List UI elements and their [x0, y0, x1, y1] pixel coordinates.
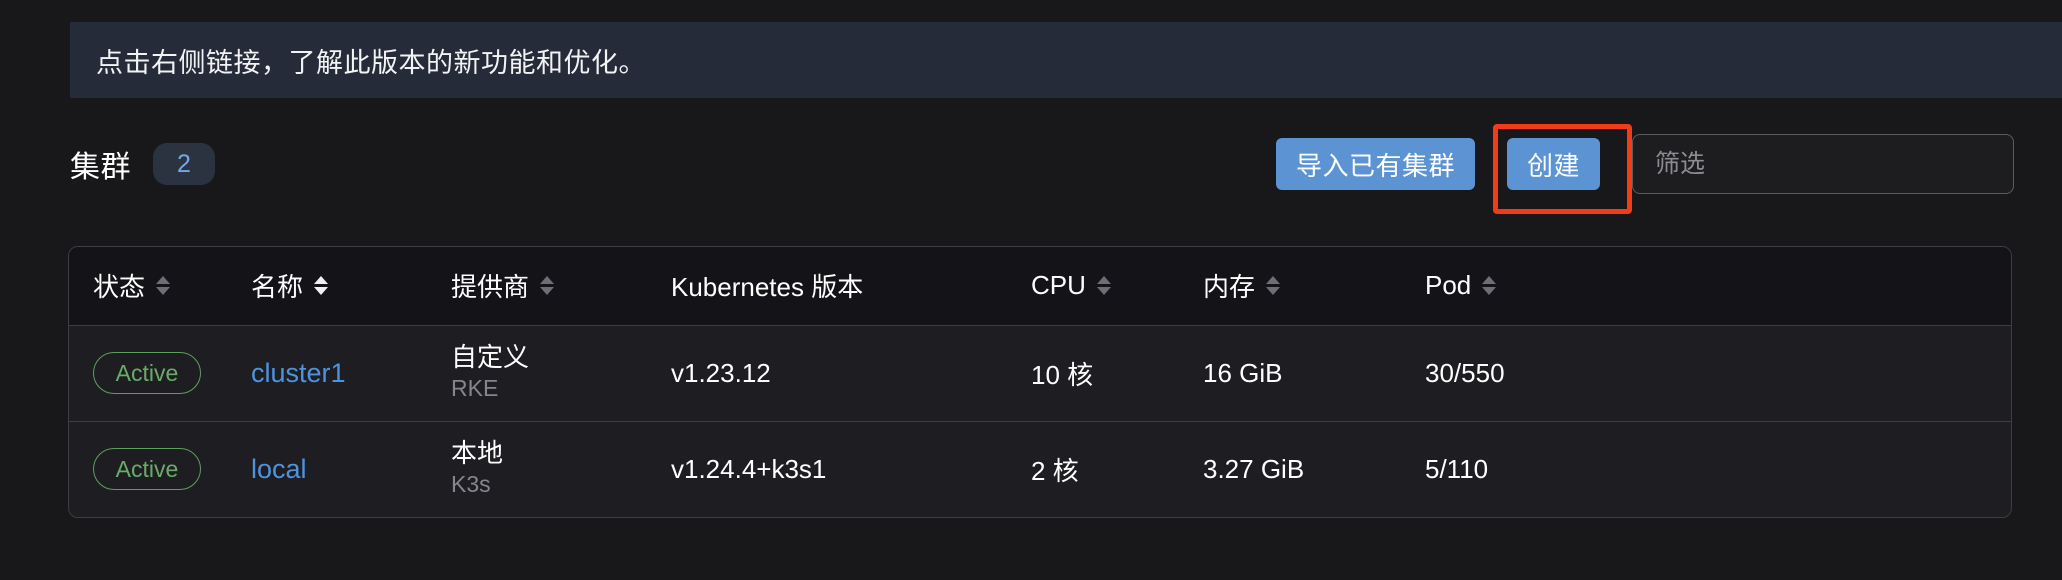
column-header-memory[interactable]: 内存	[1179, 247, 1401, 326]
filter-input[interactable]	[1632, 134, 2014, 194]
cell-kubernetes-version: v1.24.4+k3s1	[647, 420, 1007, 517]
column-label-pod: Pod	[1425, 270, 1472, 301]
column-header-state[interactable]: 状态	[69, 247, 227, 326]
sort-icon-pod[interactable]	[1482, 276, 1497, 296]
create-button-highlight: 创建	[1492, 124, 1633, 214]
sort-icon-cpu[interactable]	[1096, 276, 1111, 296]
column-label-state: 状态	[93, 272, 146, 303]
status-badge: Active	[93, 448, 201, 491]
column-header-name[interactable]: 名称	[227, 247, 427, 326]
sort-icon-name[interactable]	[314, 276, 329, 296]
provider-name: 自定义	[451, 342, 530, 373]
cell-provider: 本地 K3s	[427, 420, 647, 517]
page-title: 集群	[70, 151, 131, 184]
cell-memory: 16 GiB	[1203, 357, 1283, 388]
sort-icon-memory[interactable]	[1266, 276, 1281, 296]
cell-kubernetes-version: v1.23.12	[671, 357, 771, 388]
provider-name: 本地	[451, 438, 504, 469]
column-label-cpu: CPU	[1031, 270, 1086, 301]
cluster-count-badge: 2	[153, 143, 215, 185]
column-header-provider[interactable]: 提供商	[427, 247, 647, 326]
cell-memory: 3.27 GiB	[1179, 420, 1401, 517]
table-row[interactable]: Active local 本地 K3s v1.24.4+k3s1 2 核 3.2…	[69, 420, 2011, 517]
cluster-link[interactable]: local	[251, 454, 307, 484]
column-header-kubernetes-version: Kubernetes 版本	[647, 247, 1007, 326]
cell-pod: 30/550	[1425, 357, 1505, 388]
column-label-kubernetes-version: Kubernetes 版本	[671, 272, 864, 303]
provider-type: K3s	[451, 471, 491, 498]
column-label-name: 名称	[251, 272, 304, 303]
table-header-row: 状态 名称 提供商 Kubernetes 版本 CPU 内存 Pod	[69, 247, 2011, 326]
cluster-link[interactable]: cluster1	[251, 358, 346, 388]
release-notes-banner: 点击右侧链接，了解此版本的新功能和优化。	[70, 22, 2062, 98]
cell-cpu: 2 核	[1007, 420, 1179, 517]
column-label-memory: 内存	[1203, 272, 1256, 303]
cell-state: Active	[69, 325, 227, 421]
import-existing-cluster-button[interactable]: 导入已有集群	[1275, 138, 1475, 190]
cluster-list-page: 点击右侧链接，了解此版本的新功能和优化。 集群 2 导入已有集群 创建 筛选 状…	[0, 0, 2062, 580]
clusters-table: 状态 名称 提供商 Kubernetes 版本 CPU 内存 Pod Activ…	[68, 246, 2012, 518]
column-label-provider: 提供商	[451, 272, 530, 303]
page-header: 集群 2 导入已有集群 创建	[70, 124, 2014, 214]
provider-type: RKE	[451, 375, 499, 402]
title-group: 集群 2	[70, 128, 215, 200]
cell-state: Active	[69, 420, 227, 517]
header-actions: 导入已有集群 创建	[1275, 124, 2014, 214]
cell-cpu: 10 核	[1031, 359, 1094, 390]
cell-name: local	[227, 420, 427, 517]
cell-name: cluster1	[227, 325, 427, 421]
column-header-pod[interactable]: Pod	[1401, 247, 2011, 326]
banner-text: 点击右侧链接，了解此版本的新功能和优化。	[96, 47, 646, 78]
column-header-cpu[interactable]: CPU	[1007, 247, 1179, 326]
sort-icon-provider[interactable]	[540, 276, 555, 296]
cell-provider: 自定义 RKE	[427, 325, 647, 421]
create-button[interactable]: 创建	[1506, 138, 1600, 190]
table-row[interactable]: Active cluster1 自定义 RKE v1.23.12 10 核 16…	[69, 325, 2011, 421]
status-badge: Active	[93, 352, 201, 394]
cell-pod: 5/110	[1401, 420, 2011, 517]
sort-icon-state[interactable]	[156, 276, 171, 296]
